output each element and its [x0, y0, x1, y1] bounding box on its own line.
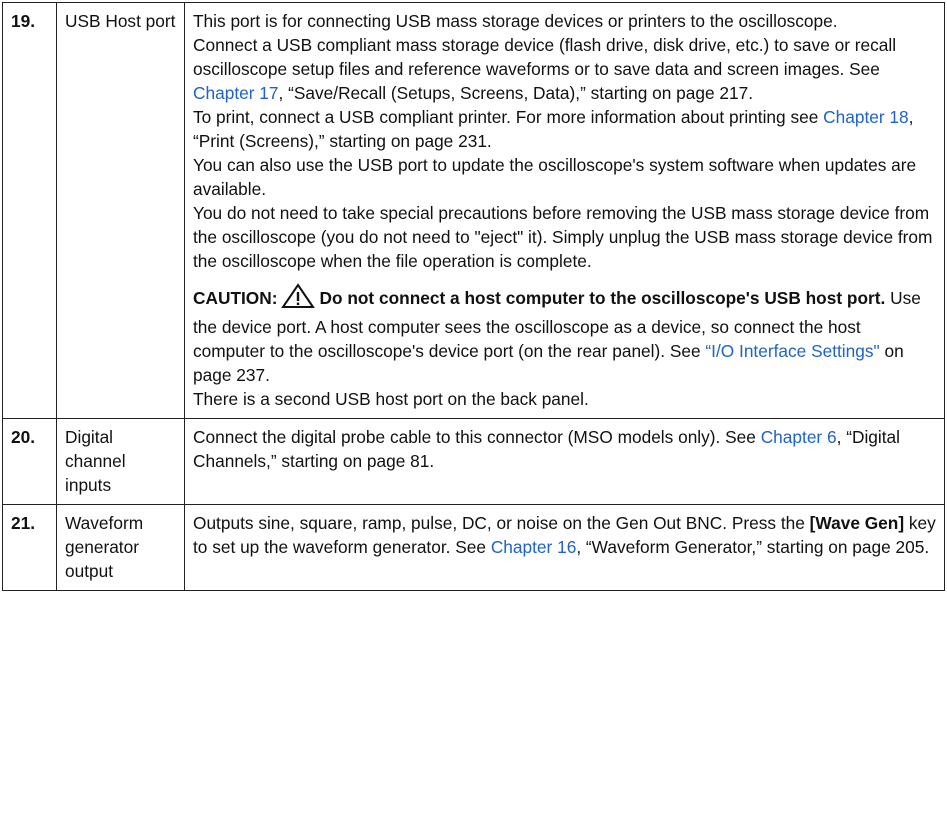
- text: To print, connect a USB compliant printe…: [193, 107, 824, 127]
- caution-label: CAUTION:: [193, 288, 278, 308]
- text: , “Save/Recall (Setups, Screens, Data),”…: [278, 83, 754, 103]
- table-row: 20. Digital channel inputs Connect the d…: [2, 418, 945, 505]
- chapter-link[interactable]: Chapter 18: [823, 107, 909, 127]
- item-description: Outputs sine, square, ramp, pulse, DC, o…: [184, 504, 945, 591]
- table-row: 19. USB Host port This port is for conne…: [2, 2, 945, 419]
- paragraph: Connect a USB compliant mass storage dev…: [193, 33, 936, 105]
- item-description: Connect the digital probe cable to this …: [184, 418, 945, 505]
- chapter-link[interactable]: Chapter 6: [761, 427, 837, 447]
- table-row: 21. Waveform generator output Outputs si…: [2, 504, 945, 591]
- warning-triangle-icon: [281, 283, 316, 315]
- text: Connect a USB compliant mass storage dev…: [193, 35, 897, 79]
- paragraph: You can also use the USB port to update …: [193, 155, 917, 199]
- text: Outputs sine, square, ramp, pulse, DC, o…: [193, 513, 810, 533]
- key-name: [Wave Gen]: [809, 513, 905, 533]
- paragraph: To print, connect a USB compliant printe…: [193, 105, 936, 153]
- chapter-link[interactable]: Chapter 17: [193, 83, 279, 103]
- item-label: Digital channel inputs: [56, 418, 185, 505]
- caution-note: CAUTION: Do not connect a host computer t…: [193, 283, 936, 387]
- item-description: This port is for connecting USB mass sto…: [184, 2, 945, 419]
- item-number: 20.: [2, 418, 57, 505]
- description-table: 19. USB Host port This port is for conne…: [2, 2, 945, 591]
- chapter-link[interactable]: Chapter 16: [491, 537, 577, 557]
- paragraph: This port is for connecting USB mass sto…: [193, 11, 838, 31]
- text: , “Waveform Generator,” starting on page…: [576, 537, 930, 557]
- item-number: 21.: [2, 504, 57, 591]
- settings-link[interactable]: “I/O Interface Settings": [705, 341, 879, 361]
- text: Connect the digital probe cable to this …: [193, 427, 761, 447]
- item-label: USB Host port: [56, 2, 185, 419]
- item-label: Waveform generator output: [56, 504, 185, 591]
- paragraph: You do not need to take special precauti…: [193, 203, 933, 271]
- caution-heading: Do not connect a host computer to the os…: [319, 288, 886, 308]
- item-number: 19.: [2, 2, 57, 419]
- paragraph: There is a second USB host port on the b…: [193, 389, 589, 409]
